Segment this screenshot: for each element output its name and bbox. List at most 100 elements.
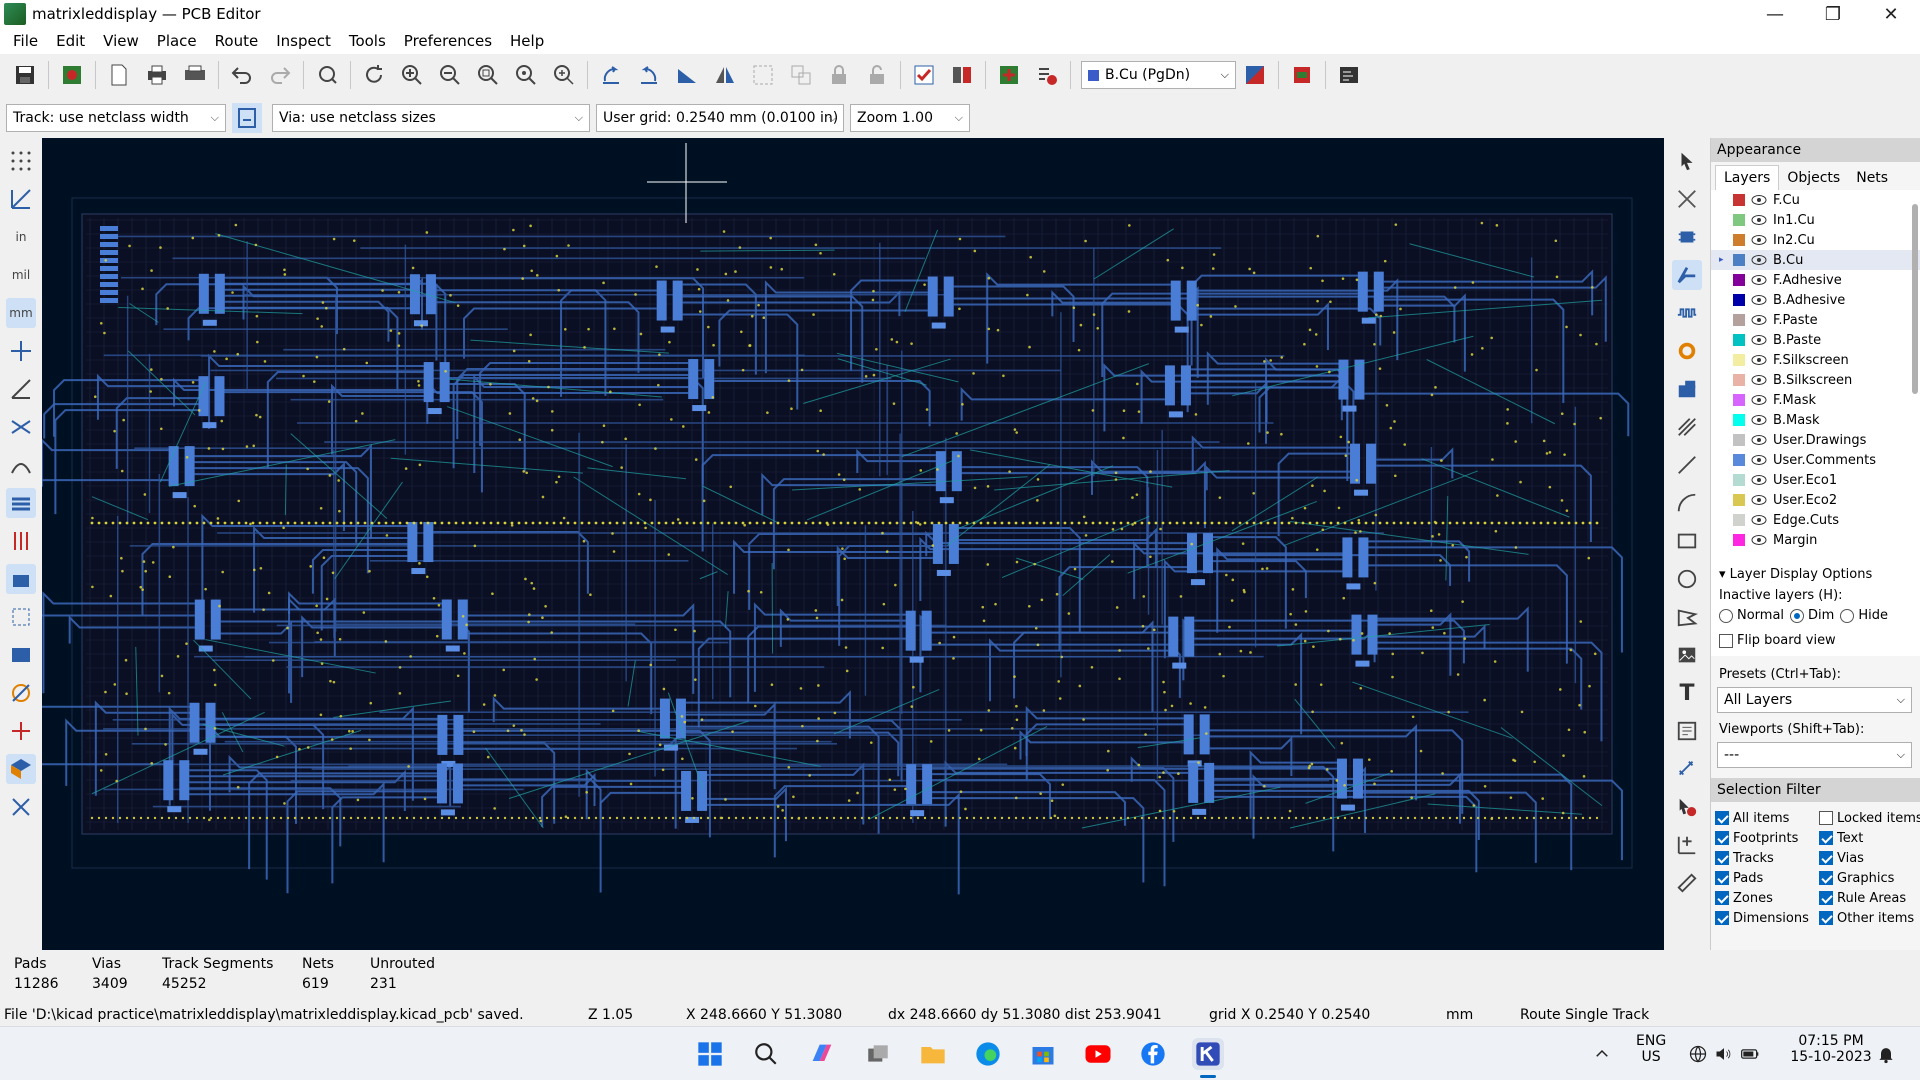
- filter-item[interactable]: Locked items: [1819, 808, 1920, 828]
- layer-row[interactable]: In2.Cu: [1711, 230, 1920, 250]
- eye-icon[interactable]: [1751, 214, 1767, 226]
- delete-tool-icon[interactable]: [1672, 792, 1702, 822]
- filter-checkbox[interactable]: [1715, 891, 1729, 905]
- layer-color-swatch[interactable]: [1733, 474, 1745, 486]
- menu-preferences[interactable]: Preferences: [395, 32, 501, 50]
- ratsnest-icon[interactable]: [6, 412, 36, 442]
- task-view-icon[interactable]: [862, 1038, 894, 1070]
- filter-checkbox[interactable]: [1715, 871, 1729, 885]
- draw-line-icon[interactable]: [1672, 450, 1702, 480]
- add-textbox-icon[interactable]: [1672, 716, 1702, 746]
- eye-icon[interactable]: [1751, 314, 1767, 326]
- eye-icon[interactable]: [1751, 414, 1767, 426]
- add-dimension-icon[interactable]: [1672, 754, 1702, 784]
- layer-row[interactable]: F.Cu: [1711, 190, 1920, 210]
- close-button[interactable]: ✕: [1862, 0, 1920, 28]
- rotate-ccw-icon[interactable]: [596, 60, 626, 90]
- grid-select[interactable]: User grid: 0.2540 mm (0.0100 in) ⌵: [596, 104, 844, 132]
- layer-row[interactable]: In1.Cu: [1711, 210, 1920, 230]
- eye-icon[interactable]: [1751, 374, 1767, 386]
- tools-icon[interactable]: [6, 792, 36, 822]
- file-explorer-icon[interactable]: [917, 1038, 949, 1070]
- layer-color-swatch[interactable]: [1733, 374, 1745, 386]
- menu-route[interactable]: Route: [206, 32, 268, 50]
- language-indicator[interactable]: ENG US: [1636, 1033, 1666, 1065]
- eye-icon[interactable]: [1751, 434, 1767, 446]
- edge-browser-icon[interactable]: [972, 1038, 1004, 1070]
- filter-checkbox[interactable]: [1819, 831, 1833, 845]
- filter-item[interactable]: Vias: [1819, 848, 1920, 868]
- save-icon[interactable]: [10, 60, 40, 90]
- pcb-canvas[interactable]: [0, 138, 1664, 950]
- layer-color-swatch[interactable]: [1733, 434, 1745, 446]
- filter-checkbox[interactable]: [1819, 871, 1833, 885]
- layer-color-swatch[interactable]: [1733, 294, 1745, 306]
- filter-checkbox[interactable]: [1715, 851, 1729, 865]
- mils-icon[interactable]: mil: [6, 260, 36, 290]
- draw-rectangle-icon[interactable]: [1672, 526, 1702, 556]
- layer-row[interactable]: B.Silkscreen: [1711, 370, 1920, 390]
- eye-icon[interactable]: [1751, 194, 1767, 206]
- eye-icon[interactable]: [1751, 394, 1767, 406]
- layer-row[interactable]: B.Adhesive: [1711, 290, 1920, 310]
- find-icon[interactable]: [312, 60, 342, 90]
- filter-checkbox[interactable]: [1715, 911, 1729, 925]
- eye-icon[interactable]: [1751, 354, 1767, 366]
- measure-tool-icon[interactable]: [1672, 868, 1702, 898]
- drc-icon[interactable]: [1032, 60, 1062, 90]
- layer-row[interactable]: User.Eco2: [1711, 490, 1920, 510]
- kicad-taskbar-icon[interactable]: [1192, 1038, 1224, 1070]
- filter-item[interactable]: Rule Areas: [1819, 888, 1920, 908]
- draw-arc-icon[interactable]: [1672, 488, 1702, 518]
- layer-color-swatch[interactable]: [1733, 254, 1745, 266]
- menu-help[interactable]: Help: [501, 32, 553, 50]
- layer-color-swatch[interactable]: [1733, 274, 1745, 286]
- filter-checkbox[interactable]: [1819, 911, 1833, 925]
- filter-item[interactable]: Other items: [1819, 908, 1920, 928]
- layer-color-swatch[interactable]: [1733, 354, 1745, 366]
- eye-icon[interactable]: [1751, 274, 1767, 286]
- update-pcb-icon[interactable]: [909, 60, 939, 90]
- eye-icon[interactable]: [1751, 534, 1767, 546]
- lock-icon[interactable]: [824, 60, 854, 90]
- group-icon[interactable]: [748, 60, 778, 90]
- schematic-icon[interactable]: [994, 60, 1024, 90]
- viewports-select[interactable]: --- ⌵: [1717, 742, 1912, 768]
- hide-radio[interactable]: [1840, 608, 1855, 623]
- menu-tools[interactable]: Tools: [340, 32, 395, 50]
- menu-file[interactable]: File: [4, 32, 47, 50]
- filter-checkbox[interactable]: [1715, 811, 1729, 825]
- layer-color-swatch[interactable]: [1733, 494, 1745, 506]
- rule-area-icon[interactable]: [1672, 412, 1702, 442]
- notification-bell-icon[interactable]: [1870, 1038, 1902, 1070]
- draw-polygon-icon[interactable]: [1672, 602, 1702, 632]
- battery-icon[interactable]: [1734, 1038, 1766, 1070]
- filter-checkbox[interactable]: [1819, 811, 1833, 825]
- angle-constraint-icon[interactable]: [6, 374, 36, 404]
- eye-icon[interactable]: [1751, 514, 1767, 526]
- local-ratsnest-icon[interactable]: [1672, 184, 1702, 214]
- millimeters-icon[interactable]: mm: [6, 298, 36, 328]
- tab-nets[interactable]: Nets: [1848, 166, 1896, 190]
- via-display-icon[interactable]: [6, 526, 36, 556]
- print-icon[interactable]: [142, 60, 172, 90]
- layer-row[interactable]: F.Adhesive: [1711, 270, 1920, 290]
- scripting-console-icon[interactable]: [1287, 60, 1317, 90]
- eye-icon[interactable]: [1751, 294, 1767, 306]
- menu-place[interactable]: Place: [148, 32, 206, 50]
- zoom-in-icon[interactable]: [397, 60, 427, 90]
- unlock-icon[interactable]: [862, 60, 892, 90]
- clock[interactable]: 07:15 PM 15-10-2023: [1786, 1033, 1876, 1065]
- add-via-icon[interactable]: [1672, 336, 1702, 366]
- filter-item[interactable]: Pads: [1715, 868, 1819, 888]
- zoom-fit-icon[interactable]: [473, 60, 503, 90]
- filter-item[interactable]: Text: [1819, 828, 1920, 848]
- layer-selector[interactable]: B.Cu (PgDn) ⌵: [1081, 61, 1236, 89]
- zoom-out-icon[interactable]: [435, 60, 465, 90]
- filter-item[interactable]: All items: [1715, 808, 1819, 828]
- high-contrast-icon[interactable]: [6, 488, 36, 518]
- layer-row[interactable]: F.Mask: [1711, 390, 1920, 410]
- draw-circle-icon[interactable]: [1672, 564, 1702, 594]
- flip-icon[interactable]: [672, 60, 702, 90]
- inches-icon[interactable]: in: [6, 222, 36, 252]
